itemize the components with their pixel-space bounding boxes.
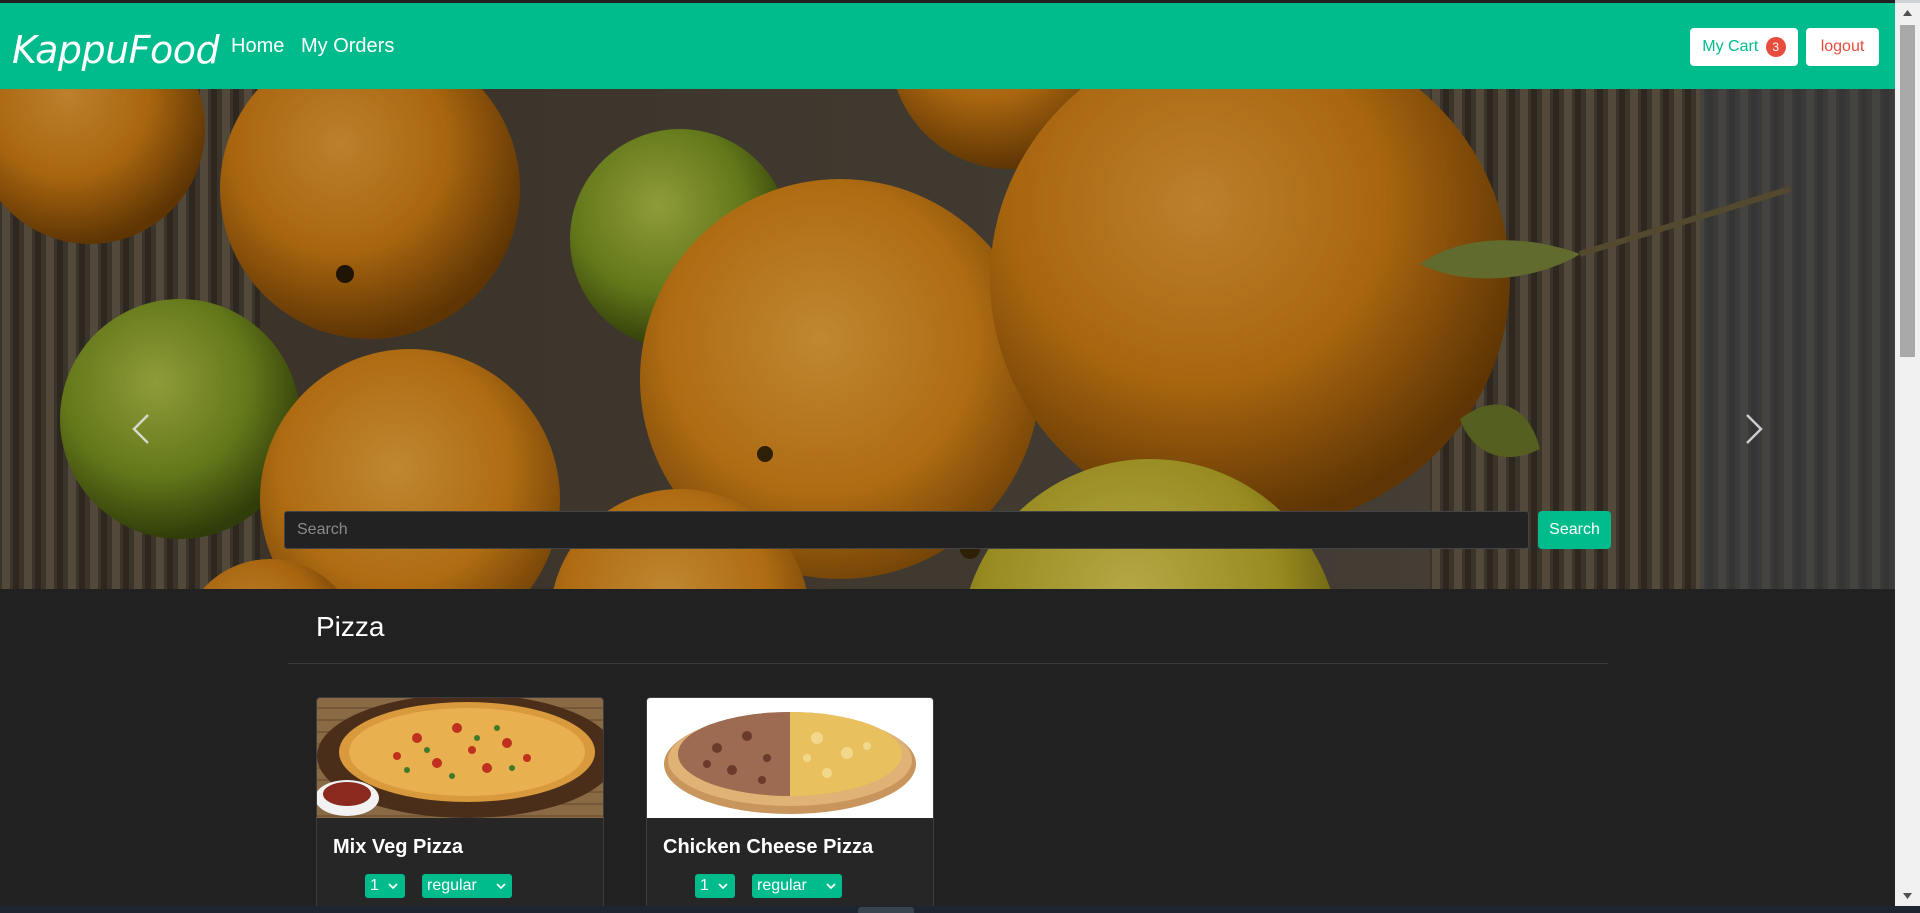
quantity-select[interactable]: 1 bbox=[365, 874, 405, 898]
category-title: Pizza bbox=[316, 611, 385, 642]
size-value: regular bbox=[427, 877, 477, 894]
nav-link-home[interactable]: Home bbox=[231, 33, 284, 59]
search-button[interactable]: Search bbox=[1538, 511, 1611, 549]
quantity-value: 1 bbox=[700, 877, 709, 894]
size-value: regular bbox=[757, 877, 807, 894]
search-bar: Search bbox=[284, 511, 1611, 549]
carousel-prev-icon[interactable] bbox=[122, 409, 162, 449]
scroll-up-icon[interactable] bbox=[1895, 3, 1920, 23]
search-input[interactable] bbox=[284, 511, 1529, 549]
chevron-down-icon bbox=[388, 883, 398, 890]
page-viewport: KappuFood Home My Orders My Cart 3 logou… bbox=[0, 0, 1895, 906]
scroll-down-icon[interactable] bbox=[1895, 886, 1920, 906]
chevron-down-icon bbox=[826, 883, 836, 890]
food-card-title: Chicken Cheese Pizza bbox=[663, 836, 874, 858]
food-card: Chicken Cheese Pizza 1 regular bbox=[646, 697, 934, 906]
size-select[interactable]: regular bbox=[422, 874, 512, 898]
quantity-select[interactable]: 1 bbox=[695, 874, 735, 898]
food-card-image bbox=[647, 698, 933, 818]
my-cart-label: My Cart bbox=[1702, 38, 1759, 55]
taskbar-tab bbox=[858, 907, 914, 913]
chevron-down-icon bbox=[496, 883, 506, 890]
food-card-title: Mix Veg Pizza bbox=[333, 836, 464, 858]
carousel-next-icon[interactable] bbox=[1733, 409, 1773, 449]
food-card: Mix Veg Pizza 1 regular bbox=[316, 697, 604, 906]
taskbar-strip bbox=[0, 906, 1920, 913]
nav-link-my-orders[interactable]: My Orders bbox=[301, 33, 394, 59]
food-card-image bbox=[317, 698, 603, 818]
navbar: KappuFood Home My Orders My Cart 3 logou… bbox=[0, 3, 1895, 89]
category-divider bbox=[288, 663, 1608, 664]
quantity-value: 1 bbox=[370, 877, 379, 894]
my-cart-button[interactable]: My Cart 3 bbox=[1690, 28, 1798, 66]
size-select[interactable]: regular bbox=[752, 874, 842, 898]
scrollbar-thumb[interactable] bbox=[1900, 25, 1915, 357]
chevron-down-icon bbox=[718, 883, 728, 890]
brand-logo[interactable]: KappuFood bbox=[12, 25, 220, 75]
logout-button[interactable]: logout bbox=[1806, 28, 1879, 66]
cart-count-badge: 3 bbox=[1765, 37, 1786, 57]
vertical-scrollbar[interactable] bbox=[1895, 3, 1920, 906]
